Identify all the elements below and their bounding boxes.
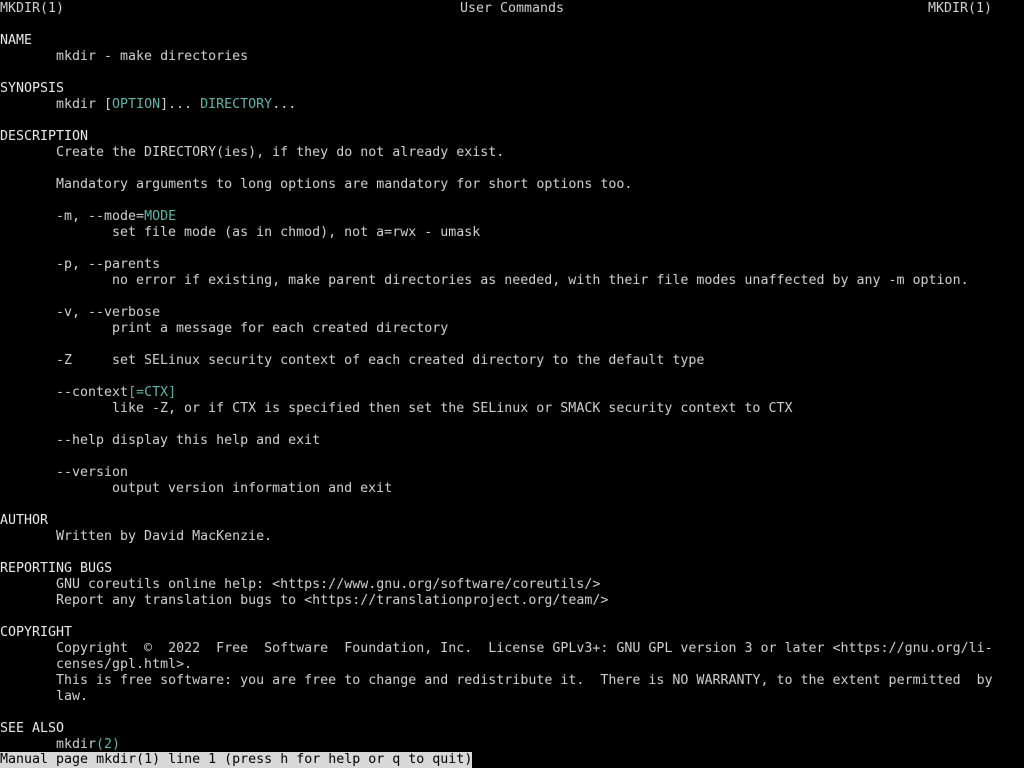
option-context: --context[=CTX] bbox=[56, 385, 176, 401]
name-text: mkdir - make directories bbox=[56, 49, 249, 64]
see-also-cmd: mkdir bbox=[56, 737, 97, 752]
option-z-desc: set SELinux security context of each cre… bbox=[112, 353, 705, 368]
section-heading-description: DESCRIPTION bbox=[0, 129, 89, 144]
bugs-line2: Report any translation bugs to <https://… bbox=[56, 593, 609, 608]
option-context-desc: like -Z, or if CTX is specified then set… bbox=[112, 401, 793, 416]
option-mode-flag: -m, --mode= bbox=[56, 209, 145, 224]
option-help-flag: --help bbox=[56, 433, 105, 448]
section-heading-see-also: SEE ALSO bbox=[0, 721, 65, 736]
man-header-title: User Commands bbox=[459, 1, 565, 16]
option-mode-arg: MODE bbox=[144, 209, 177, 224]
section-heading-bugs: REPORTING BUGS bbox=[0, 561, 113, 576]
section-heading-copyright: COPYRIGHT bbox=[0, 625, 73, 640]
option-parents-flag: -p, --parents bbox=[56, 257, 161, 272]
section-heading-synopsis: SYNOPSIS bbox=[0, 81, 65, 96]
copyright-line1: Copyright © 2022 Free Software Foundatio… bbox=[56, 641, 993, 656]
option-version-flag: --version bbox=[56, 465, 129, 480]
synopsis-cmd: mkdir bbox=[56, 97, 97, 112]
bugs-line1: GNU coreutils online help: <https://www.… bbox=[56, 577, 601, 592]
option-mode-desc: set file mode (as in chmod), not a=rwx -… bbox=[112, 225, 481, 240]
man-header-right: MKDIR(1) bbox=[927, 1, 992, 16]
option-context-flag: --context bbox=[56, 385, 129, 400]
option-parents-desc: no error if existing, make parent direct… bbox=[112, 273, 969, 288]
section-heading-name: NAME bbox=[0, 33, 33, 48]
see-also-section: (2) bbox=[96, 737, 121, 752]
copyright-line4: law. bbox=[56, 689, 89, 704]
synopsis-option: OPTION bbox=[112, 97, 161, 112]
copyright-line2: censes/gpl.html>. bbox=[56, 657, 193, 672]
copyright-line3: This is free software: you are free to c… bbox=[56, 673, 993, 688]
description-line2: Mandatory arguments to long options are … bbox=[56, 177, 633, 192]
synopsis-directory: DIRECTORY bbox=[200, 97, 273, 112]
option-version-desc: output version information and exit bbox=[112, 481, 393, 496]
section-heading-author: AUTHOR bbox=[0, 513, 49, 528]
option-context-arg: [=CTX] bbox=[128, 385, 177, 400]
synopsis-line: mkdir [OPTION]... DIRECTORY... bbox=[56, 97, 297, 112]
option-verbose-flag: -v, --verbose bbox=[56, 305, 161, 320]
option-help-desc: display this help and exit bbox=[112, 433, 321, 448]
description-line1: Create the DIRECTORY(ies), if they do no… bbox=[56, 145, 505, 160]
pager-status-bar: Manual page mkdir(1) line 1 (press h for… bbox=[0, 752, 473, 768]
option-mode: -m, --mode=MODE bbox=[56, 209, 176, 225]
author-text: Written by David MacKenzie. bbox=[56, 529, 273, 544]
option-verbose-desc: print a message for each created directo… bbox=[112, 321, 449, 336]
see-also-ref: mkdir(2) bbox=[56, 737, 120, 753]
option-z-flag: -Z bbox=[56, 353, 73, 368]
